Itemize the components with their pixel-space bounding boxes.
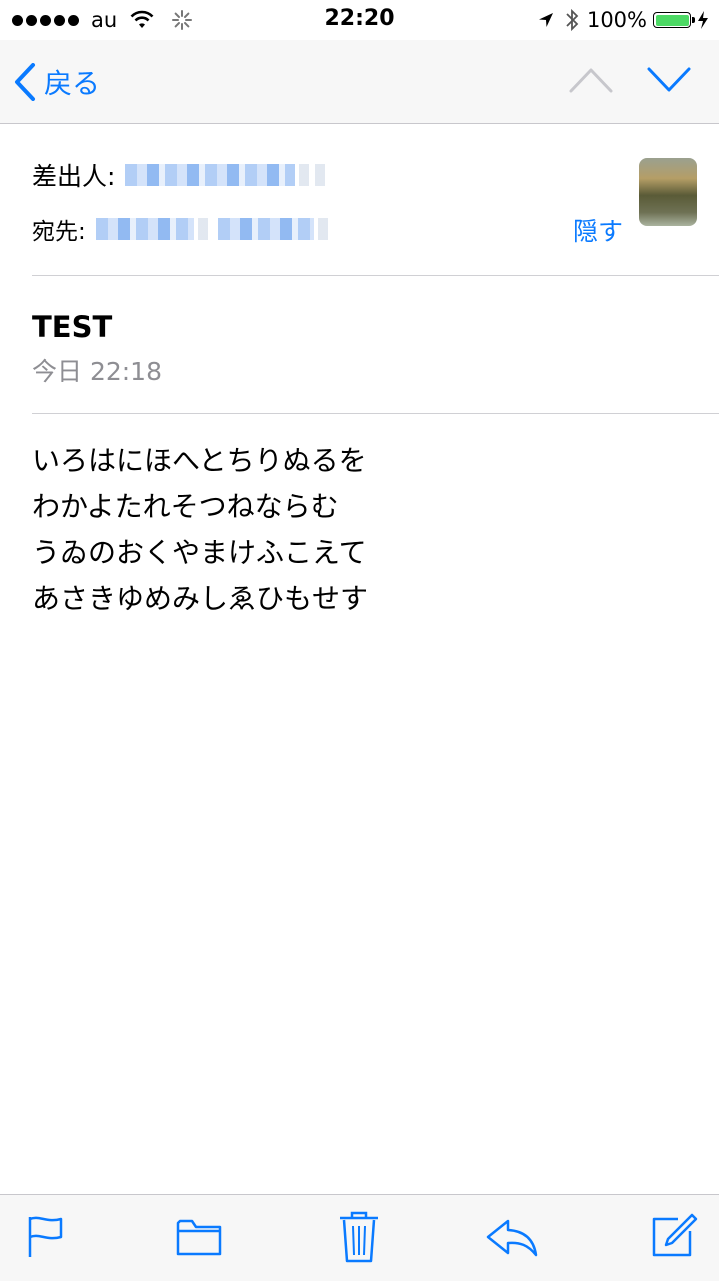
recipient-row: 宛先: [32,212,332,246]
body-line: いろはにほへとちりぬるを [32,444,367,477]
sender-name-redacted[interactable] [125,164,296,186]
header-divider [32,275,719,276]
recipient-redacted-tail [317,218,332,240]
subject-divider [32,413,719,414]
battery-percent: 100% [586,8,647,32]
previous-message-button[interactable] [568,66,614,98]
location-arrow-icon [538,13,553,27]
recipient-separator-redacted [197,218,212,240]
from-label: 差出人: [32,162,116,191]
trash-icon [340,1211,378,1263]
body-line: うゐのおくやまけふこえて [32,536,367,569]
chevron-left-icon [15,63,35,101]
back-button[interactable]: 戻る [14,62,100,102]
sender-avatar[interactable] [639,158,697,226]
battery-icon [653,12,695,28]
reply-icon [486,1219,538,1257]
sender-name-redacted-tail [299,164,328,186]
message-body: いろはにほへとちりぬるを わかよたれそつねならむ うゐのおくやまけふこえて あさ… [32,438,368,622]
next-message-button[interactable] [646,66,692,98]
reply-button[interactable] [486,1219,538,1261]
message-date: 今日 22:18 [32,357,162,386]
status-right: 100% [537,7,709,33]
chevron-up-icon [569,68,613,93]
delete-button[interactable] [339,1211,379,1267]
recipient-name-redacted[interactable] [95,218,194,240]
charging-bolt-icon [698,11,708,29]
flag-button[interactable] [27,1215,65,1263]
move-to-folder-button[interactable] [176,1217,222,1261]
flag-icon [28,1216,63,1257]
chevron-down-icon [647,67,691,92]
recipient-name-redacted-2[interactable] [217,218,314,240]
bluetooth-icon [566,8,579,32]
navigation-bar: 戻る [0,40,719,124]
sender-row: 差出人: [32,157,328,193]
battery-fill [655,14,689,26]
compose-icon [652,1213,698,1257]
bottom-toolbar [0,1194,719,1281]
compose-button[interactable] [650,1213,698,1263]
folder-icon [176,1219,222,1256]
status-bar: au 22:20 100% [0,0,719,40]
hide-details-link[interactable]: 隠す [573,212,623,248]
body-line: あさきゆめみしゑひもせす [32,582,369,615]
body-line: わかよたれそつねならむ [32,490,339,523]
back-label: 戻る [44,67,101,100]
to-label: 宛先: [32,219,86,245]
message-subject: TEST [32,310,113,344]
